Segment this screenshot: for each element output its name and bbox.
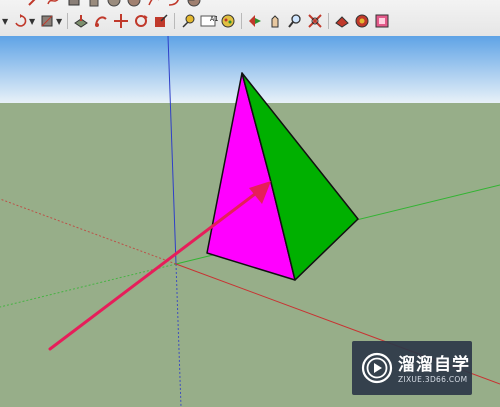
push-pull-icon[interactable] — [73, 13, 89, 29]
chevron-down-icon[interactable]: ▼ — [56, 17, 62, 26]
curve-icon[interactable] — [166, 0, 182, 8]
play-logo-icon — [361, 352, 393, 384]
paint-bucket-icon[interactable] — [220, 13, 236, 29]
rectangle-icon[interactable] — [66, 0, 82, 8]
toolbar-separator — [241, 13, 242, 29]
toolbar-separator — [67, 13, 68, 29]
text-tool-glyph: A1 — [210, 15, 219, 23]
drawing-toolbar — [0, 0, 204, 9]
follow-me-icon[interactable] — [93, 13, 109, 29]
components-icon[interactable] — [354, 13, 370, 29]
freehand-icon[interactable] — [46, 0, 62, 8]
pan-icon[interactable] — [267, 13, 283, 29]
watermark-url: ZIXUE.3D66.COM — [398, 375, 468, 384]
circle-icon[interactable] — [106, 0, 122, 8]
toolbar-separator — [174, 13, 175, 29]
edit-toolbar: ▼ ▼ ▼ — [0, 12, 392, 30]
3d-warehouse-icon[interactable] — [334, 13, 350, 29]
sphere-icon[interactable] — [126, 0, 142, 8]
zoom-extents-icon[interactable] — [307, 13, 323, 29]
tape-measure-icon[interactable] — [180, 13, 196, 29]
chevron-down-icon[interactable]: ▼ — [29, 17, 35, 26]
orbit-icon[interactable] — [247, 13, 263, 29]
scale-icon[interactable] — [153, 13, 169, 29]
extension-icon[interactable] — [374, 13, 390, 29]
polygon-icon[interactable] — [86, 0, 102, 8]
paint-tool-icon[interactable] — [39, 13, 55, 29]
chevron-down-icon[interactable]: ▼ — [2, 17, 8, 26]
move-icon[interactable] — [113, 13, 129, 29]
offset-icon[interactable] — [133, 13, 149, 29]
toolbar-separator — [328, 13, 329, 29]
watermark-badge: 溜溜自学 ZIXUE.3D66.COM — [352, 341, 472, 395]
watermark-title: 溜溜自学 — [398, 355, 470, 375]
toolbar: ▼ ▼ ▼ A1 — [0, 0, 500, 37]
arc-icon[interactable] — [146, 0, 162, 8]
sketchup-window: ▼ ▼ ▼ A1 溜溜自学 ZIXUE.3D66.COM — [0, 0, 500, 407]
pie-icon[interactable] — [186, 0, 202, 8]
zoom-icon[interactable] — [287, 13, 303, 29]
pencil-icon[interactable] — [26, 0, 42, 8]
rotate-tool-icon[interactable] — [12, 13, 28, 29]
